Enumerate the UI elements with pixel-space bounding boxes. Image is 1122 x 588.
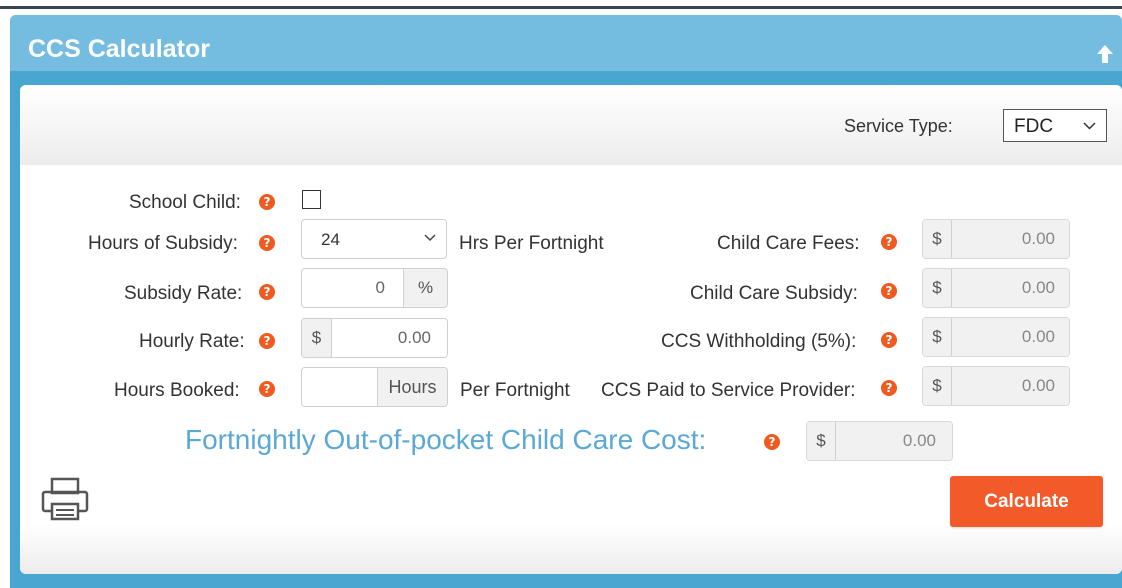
help-icon[interactable]: ? [259,284,275,300]
printer-icon[interactable] [40,476,90,524]
hours-booked-input[interactable] [302,368,379,406]
calculate-button[interactable]: Calculate [950,476,1103,527]
help-icon[interactable]: ? [881,332,897,348]
dollar-addon: $ [807,422,836,460]
child-care-fees-group: $ 0.00 [922,219,1070,259]
chevron-down-icon [424,234,436,242]
ccs-withholding-group: $ 0.00 [922,317,1070,357]
out-of-pocket-label: Fortnightly Out-of-pocket Child Care Cos… [185,424,707,455]
body-footer [20,524,1122,574]
out-of-pocket-group: $ 0.00 [806,421,953,461]
service-type-label: Service Type: [844,116,953,136]
hours-of-subsidy-label: Hours of Subsidy: [88,233,238,254]
chevron-down-icon [1083,122,1096,130]
child-care-subsidy-output: 0.00 [952,269,1069,307]
child-care-subsidy-group: $ 0.00 [922,268,1070,308]
subsidy-rate-group: 0 % [301,268,448,308]
child-care-fees-output: 0.00 [952,220,1069,258]
help-icon[interactable]: ? [881,380,897,396]
school-child-label: School Child: [129,192,241,213]
service-type-value: FDC [1014,116,1054,137]
hourly-rate-input[interactable]: 0.00 [332,319,447,357]
help-icon[interactable]: ? [259,333,275,349]
subsidy-rate-label: Subsidy Rate: [124,283,243,304]
percent-addon: % [403,269,447,307]
dollar-addon: $ [923,220,952,258]
child-care-fees-label: Child Care Fees: [717,233,860,254]
hours-of-subsidy-suffix: Hrs Per Fortnight [459,233,604,254]
ccs-paid-output: 0.00 [952,367,1069,405]
service-type-bar [20,85,1122,165]
hours-booked-group: Hours [301,367,448,407]
ccs-paid-group: $ 0.00 [922,366,1070,406]
hours-of-subsidy-select[interactable]: 24 [301,219,447,259]
dollar-addon: $ [923,269,952,307]
help-icon[interactable]: ? [881,283,897,299]
hours-addon: Hours [377,368,447,406]
panel-header: CCS Calculator [10,15,1122,71]
school-child-checkbox[interactable] [302,190,321,209]
top-divider [0,6,1122,9]
help-icon[interactable]: ? [259,194,275,210]
hourly-rate-group: $ 0.00 [301,318,448,358]
subsidy-rate-input[interactable]: 0 [302,269,405,307]
help-icon[interactable]: ? [259,235,275,251]
ccs-paid-label: CCS Paid to Service Provider: [601,380,856,401]
help-icon[interactable]: ? [764,434,780,450]
hours-of-subsidy-value: 24 [321,230,340,249]
hourly-rate-label: Hourly Rate: [139,331,245,352]
hours-booked-label: Hours Booked: [114,380,240,401]
hours-booked-suffix: Per Fortnight [460,380,570,401]
service-type-select[interactable]: FDC [1003,109,1107,142]
help-icon[interactable]: ? [881,234,897,250]
ccs-withholding-output: 0.00 [952,318,1069,356]
dollar-addon: $ [923,367,952,405]
out-of-pocket-output: 0.00 [836,422,952,460]
panel-title: CCS Calculator [28,35,210,63]
help-icon[interactable]: ? [259,381,275,397]
ccs-withholding-label: CCS Withholding (5%): [661,331,857,352]
dollar-addon: $ [923,318,952,356]
dollar-addon: $ [302,319,332,357]
child-care-subsidy-label: Child Care Subsidy: [690,283,858,304]
collapse-up-icon[interactable] [1096,43,1114,65]
